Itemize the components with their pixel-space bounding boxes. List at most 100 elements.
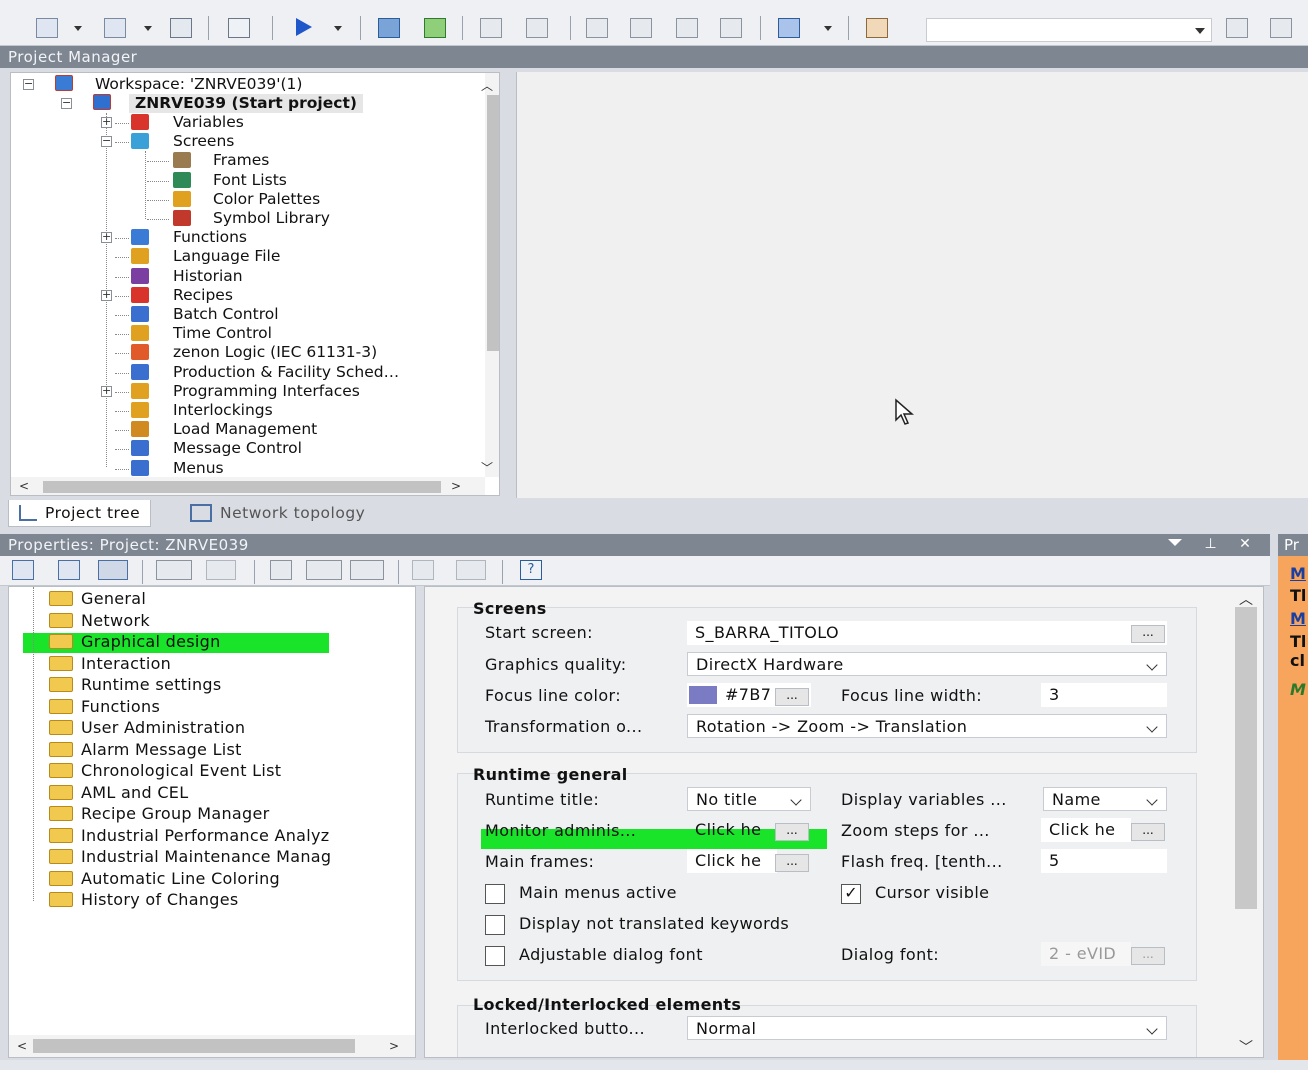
category-interaction[interactable]: Interaction: [21, 654, 171, 674]
editor-area[interactable]: [516, 72, 1308, 498]
collapse-all-icon[interactable]: [456, 560, 486, 580]
scroll-down-icon[interactable]: ﹀: [1239, 1037, 1253, 1057]
tree-item-functions[interactable]: Functions: [173, 228, 247, 247]
compile-all-icon[interactable]: [424, 18, 446, 38]
tree-item-load-management[interactable]: Load Management: [173, 420, 317, 439]
star-icon[interactable]: [156, 560, 192, 580]
grouped-view-icon[interactable]: [98, 560, 128, 580]
tree-item-menus[interactable]: Menus: [173, 459, 224, 478]
remote-icon[interactable]: [630, 18, 652, 38]
expand-all-icon[interactable]: [412, 560, 434, 580]
new-file-icon[interactable]: [36, 18, 58, 38]
category-recipe-group-manager[interactable]: Recipe Group Manager: [21, 804, 270, 824]
tree-item-workspace[interactable]: Workspace: 'ZNRVE039'(1): [95, 75, 302, 94]
properties-filter-icon[interactable]: [206, 560, 236, 580]
expand-programming-interfaces-icon[interactable]: +: [101, 385, 112, 397]
tree-item-historian[interactable]: Historian: [173, 267, 243, 286]
properties-category-tree[interactable]: General Network Graphical design Interactio…: [8, 586, 416, 1058]
category-industrial-performance-analyz[interactable]: Industrial Performance Analyz: [21, 826, 330, 846]
start-screen-browse-button[interactable]: ...: [1131, 625, 1165, 643]
focus-line-color-button[interactable]: ...: [775, 688, 809, 706]
remote-transport-icon[interactable]: [778, 18, 800, 38]
tab-network-topology[interactable]: Network topology: [184, 500, 375, 527]
category-general[interactable]: General: [21, 589, 146, 609]
tree-item-interlockings[interactable]: Interlockings: [173, 401, 273, 420]
tree-item-programming-interfaces[interactable]: Programming Interfaces: [173, 382, 360, 401]
favorites-view-icon[interactable]: [58, 560, 80, 580]
scroll-right-icon[interactable]: >: [389, 1039, 399, 1053]
scroll-down-icon[interactable]: ﹀: [481, 459, 493, 476]
help-icon[interactable]: ?: [520, 560, 542, 580]
server-icon[interactable]: [676, 18, 698, 38]
zoom-steps-field[interactable]: Click he: [1041, 818, 1131, 842]
list-view-icon[interactable]: [12, 560, 34, 580]
scrollbar-thumb[interactable]: [43, 481, 441, 493]
cursor-visible-checkbox[interactable]: ✓: [841, 884, 861, 904]
graphics-quality-select[interactable]: DirectX Hardware: [687, 652, 1167, 676]
field-icon[interactable]: [306, 560, 342, 580]
collapse-project-icon[interactable]: −: [61, 97, 72, 109]
pin-icon[interactable]: ⊥: [1204, 536, 1216, 552]
close-icon[interactable]: ✕: [1239, 536, 1251, 552]
category-automatic-line-coloring[interactable]: Automatic Line Coloring: [21, 869, 280, 889]
save-all-icon[interactable]: [170, 18, 192, 38]
export-icon[interactable]: [526, 18, 548, 38]
transformation-order-select[interactable]: Rotation -> Zoom -> Translation: [687, 714, 1167, 738]
dropdown-arrow-icon[interactable]: [334, 26, 342, 31]
import-icon[interactable]: [480, 18, 502, 38]
category-functions[interactable]: Functions: [21, 697, 160, 717]
compile-icon[interactable]: [378, 18, 400, 38]
category-chronological-event-list[interactable]: Chronological Event List: [21, 761, 281, 781]
align-icon[interactable]: [1226, 18, 1248, 38]
interlocked-buttons-select[interactable]: Normal: [687, 1016, 1167, 1040]
tree-item-message-control[interactable]: Message Control: [173, 439, 302, 458]
main-menus-active-checkbox[interactable]: [485, 884, 505, 904]
help-link[interactable]: M: [1290, 564, 1306, 583]
network-icon[interactable]: [586, 18, 608, 38]
text-icon[interactable]: [270, 560, 292, 580]
scroll-left-icon[interactable]: <: [19, 479, 29, 493]
focus-line-width-field[interactable]: 3: [1041, 683, 1167, 707]
runtime-title-select[interactable]: No title: [687, 787, 811, 811]
collapse-workspace-icon[interactable]: −: [23, 78, 34, 90]
display-not-translated-checkbox[interactable]: [485, 915, 505, 935]
expand-recipes-icon[interactable]: +: [101, 289, 112, 301]
scroll-left-icon[interactable]: <: [17, 1039, 27, 1053]
copy-icon[interactable]: [104, 18, 126, 38]
monitor-administration-field[interactable]: Click he: [687, 818, 777, 842]
help-link[interactable]: M: [1290, 609, 1306, 628]
tree-item-time-control[interactable]: Time Control: [173, 324, 272, 343]
minus-field-icon[interactable]: [350, 560, 384, 580]
adjustable-dialog-font-checkbox[interactable]: [485, 946, 505, 966]
display-variables-select[interactable]: Name: [1043, 787, 1167, 811]
category-network[interactable]: Network: [21, 611, 150, 631]
scroll-up-icon[interactable]: ︿: [1239, 589, 1253, 609]
toolbar-combo-box[interactable]: [926, 18, 1212, 42]
main-frames-button[interactable]: ...: [775, 854, 809, 872]
tree-item-recipes[interactable]: Recipes: [173, 286, 233, 305]
monitor-administration-button[interactable]: ...: [775, 823, 809, 841]
dropdown-arrow-icon[interactable]: [824, 26, 832, 31]
properties-grid[interactable]: Screens Start screen: S_BARRA_TITOLO ...…: [424, 586, 1264, 1058]
start-runtime-icon[interactable]: [296, 18, 312, 36]
scroll-right-icon[interactable]: >: [451, 479, 461, 493]
category-user-administration[interactable]: User Administration: [21, 718, 245, 738]
tab-project-tree[interactable]: Project tree: [8, 500, 152, 527]
scrollbar-thumb[interactable]: [487, 95, 499, 351]
user-icon[interactable]: [866, 18, 888, 38]
category-aml-and-cel[interactable]: AML and CEL: [21, 783, 188, 803]
start-screen-field[interactable]: S_BARRA_TITOLO: [687, 621, 1167, 645]
expand-functions-icon[interactable]: +: [101, 231, 112, 244]
tree-item-variables[interactable]: Variables: [173, 113, 244, 132]
category-industrial-maintenance-manag[interactable]: Industrial Maintenance Manag: [21, 847, 331, 867]
scroll-up-icon[interactable]: ︿: [481, 77, 493, 94]
tree-item-screens[interactable]: Screens: [173, 132, 234, 151]
category-history-of-changes[interactable]: History of Changes: [21, 890, 239, 910]
tree-item-batch-control[interactable]: Batch Control: [173, 305, 279, 324]
category-runtime-settings[interactable]: Runtime settings: [21, 675, 222, 695]
category-alarm-message-list[interactable]: Alarm Message List: [21, 740, 242, 760]
tree-item-project[interactable]: ZNRVE039 (Start project): [129, 94, 363, 113]
flash-frequency-field[interactable]: 5: [1041, 849, 1167, 873]
distribute-icon[interactable]: [1270, 18, 1292, 38]
dropdown-arrow-icon[interactable]: [144, 26, 152, 31]
